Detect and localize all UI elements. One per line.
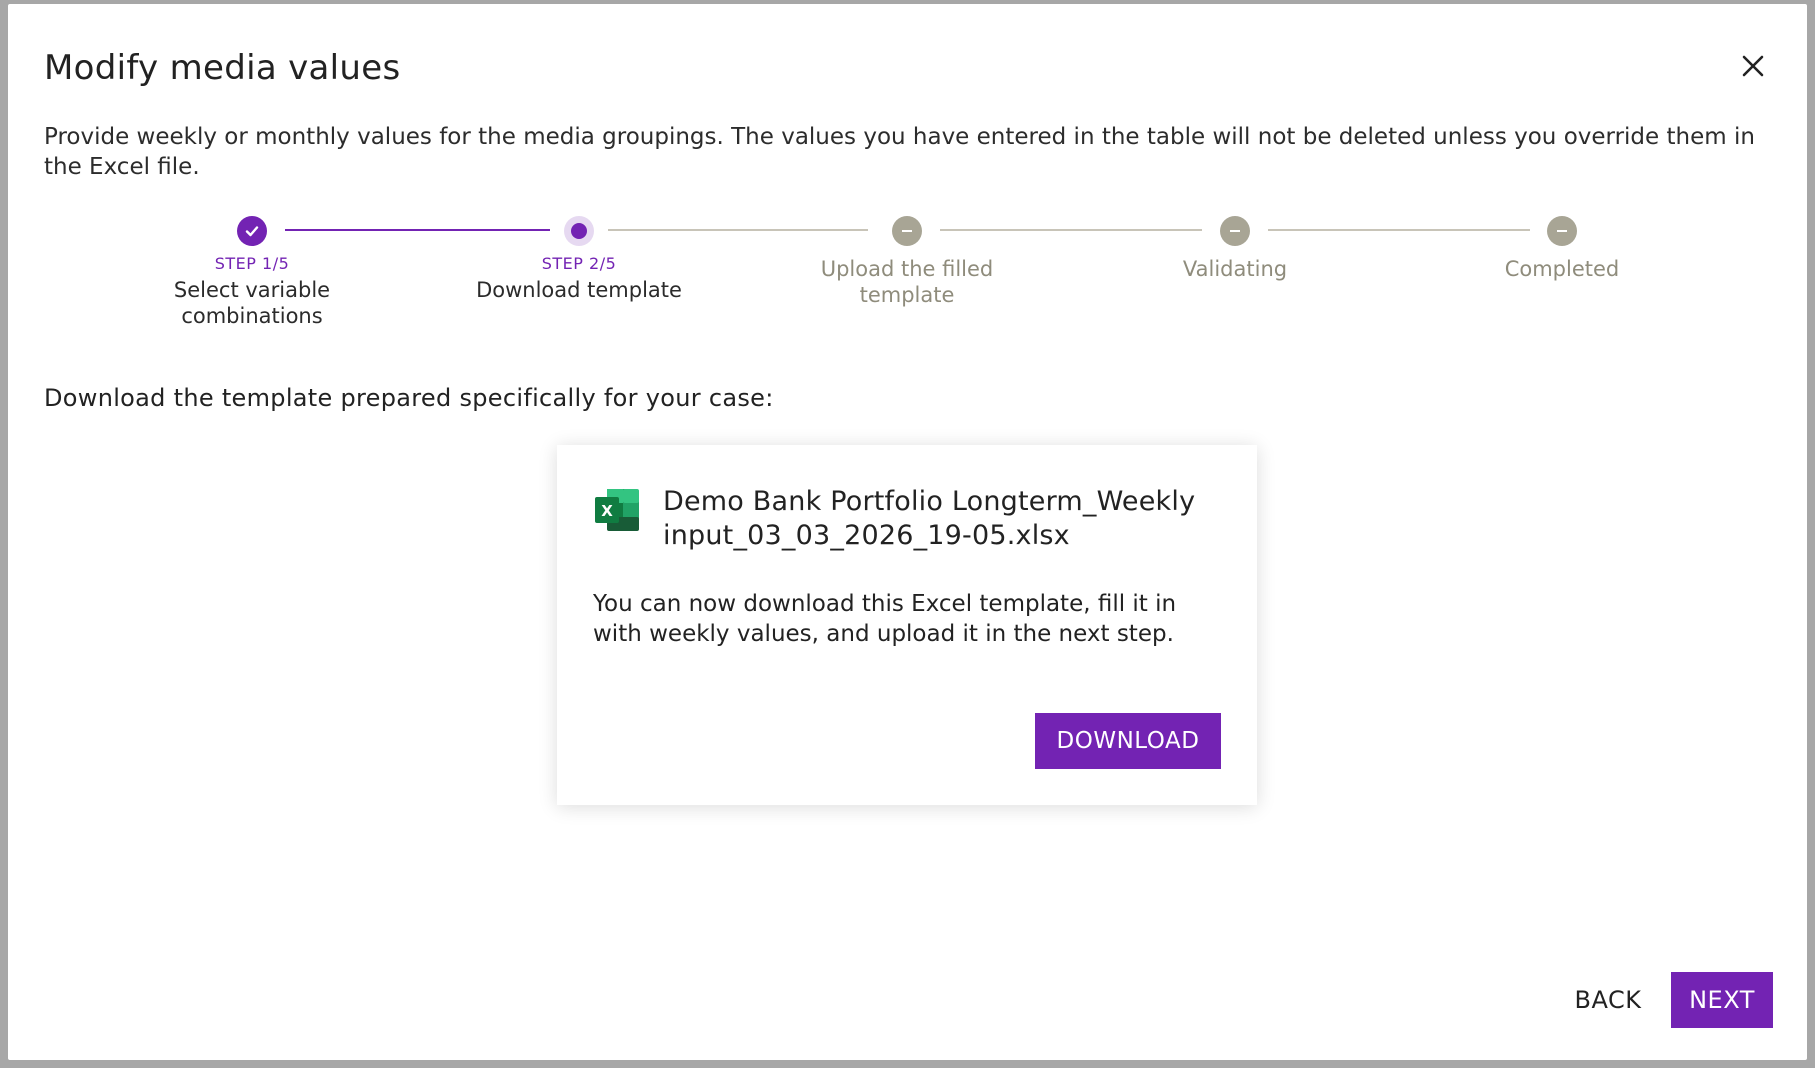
step-validating: Validating [1105,216,1365,282]
step-upload-filled-template: Upload the filled template [777,216,1037,308]
close-button[interactable] [1735,48,1771,84]
dialog-title: Modify media values [44,48,401,88]
svg-text:X: X [601,502,613,520]
template-instructions: You can now download this Excel template… [593,591,1177,647]
step-pending-icon [1220,216,1250,246]
step-label: Upload the filled template [820,257,994,307]
step-label: Download template [476,278,682,302]
template-file-name: Demo Bank Portfolio Longterm_Weekly inpu… [663,486,1196,551]
step-label: Completed [1504,257,1620,281]
step-label: Select variable combinations [173,278,331,328]
step-pending-icon [1547,216,1577,246]
back-button[interactable]: BACK [1553,972,1663,1028]
excel-file-icon: X [593,485,643,535]
download-button[interactable]: DOWNLOAD [1035,713,1221,769]
modify-media-values-dialog: Modify media values Provide weekly or mo… [8,4,1807,1060]
step-completed: Completed [1432,216,1692,282]
step-kicker: STEP 1/5 [214,254,290,273]
step-label: Validating [1182,257,1288,281]
step-pending-icon [892,216,922,246]
download-instruction: Download the template prepared specifica… [44,384,774,412]
step-active-icon [564,216,594,246]
close-icon [1742,55,1764,77]
dialog-description: Provide weekly or monthly values for the… [44,124,1755,180]
template-download-card: X Demo Bank Portfolio Longterm_Weekly in… [557,445,1257,805]
step-select-variable-combinations: STEP 1/5 Select variable combinations [122,216,382,329]
next-button[interactable]: NEXT [1671,972,1773,1028]
file-row: X Demo Bank Portfolio Longterm_Weekly in… [593,485,1233,553]
step-complete-icon [237,216,267,246]
step-kicker: STEP 2/5 [541,254,617,273]
checkmark-icon [245,226,259,237]
step-download-template: STEP 2/5 Download template [449,216,709,303]
